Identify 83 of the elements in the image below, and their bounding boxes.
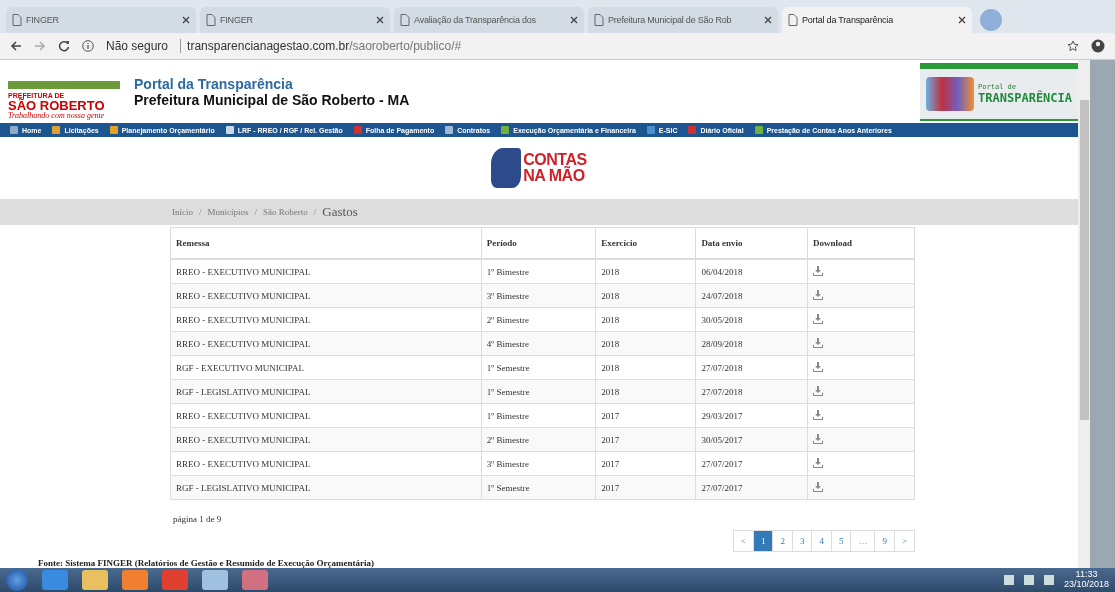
breadcrumb-separator: / bbox=[313, 207, 317, 217]
page-link[interactable]: 2 bbox=[772, 530, 793, 552]
download-icon[interactable] bbox=[813, 337, 824, 348]
document-icon bbox=[12, 14, 22, 26]
close-icon[interactable] bbox=[958, 16, 966, 24]
new-tab-button[interactable] bbox=[980, 9, 1002, 31]
table-cell: 4º Bimestre bbox=[481, 331, 596, 356]
tray-icon[interactable] bbox=[1023, 575, 1034, 585]
browser-tab[interactable]: Portal da Transparência bbox=[782, 7, 972, 33]
breadcrumb-item: Gastos bbox=[322, 204, 358, 220]
download-icon[interactable] bbox=[813, 385, 824, 396]
table-cell: 2018 bbox=[595, 331, 696, 356]
browser-tab[interactable]: Prefeitura Municipal de São Rob bbox=[588, 7, 778, 33]
table-cell: 2º Bimestre bbox=[481, 427, 596, 452]
column-header: Período bbox=[481, 227, 596, 259]
column-header: Data envio bbox=[695, 227, 808, 259]
column-header: Exercício bbox=[595, 227, 696, 259]
column-header: Download bbox=[807, 227, 915, 259]
back-arrow-icon[interactable] bbox=[10, 40, 22, 52]
contas-na-mao-logo: CONTAS NA MÃO bbox=[0, 137, 1078, 199]
table-cell: 2017 bbox=[595, 427, 696, 452]
star-icon[interactable] bbox=[1067, 40, 1079, 52]
breadcrumb-item[interactable]: São Roberto bbox=[263, 207, 308, 217]
download-icon[interactable] bbox=[813, 265, 824, 276]
page-link[interactable]: … bbox=[850, 530, 876, 552]
page-link[interactable]: < bbox=[732, 530, 754, 552]
table-cell: 1º Semestre bbox=[481, 379, 596, 404]
scrollbar-thumb[interactable] bbox=[1079, 100, 1089, 420]
document-icon bbox=[788, 14, 798, 26]
tray-icon[interactable] bbox=[1003, 575, 1014, 585]
download-icon[interactable] bbox=[813, 409, 824, 420]
clock[interactable]: 11:33 23/10/2018 bbox=[1063, 570, 1109, 590]
portal-title: Portal da Transparência bbox=[134, 76, 294, 92]
tray-icon[interactable] bbox=[1043, 575, 1054, 585]
table-cell: RREO - EXECUTIVO MUNICIPAL bbox=[170, 427, 482, 452]
page-link[interactable]: > bbox=[893, 530, 915, 552]
breadcrumb-separator: / bbox=[254, 207, 258, 217]
table-cell: 27/07/2018 bbox=[695, 379, 808, 404]
account-icon[interactable] bbox=[1091, 39, 1105, 53]
browser-tab[interactable]: Avaliação da Transparência dos bbox=[394, 7, 584, 33]
table-cell: 27/07/2017 bbox=[695, 475, 808, 500]
table-cell: 24/07/2018 bbox=[695, 283, 808, 308]
breadcrumb-item[interactable]: Início bbox=[172, 207, 193, 217]
download-icon[interactable] bbox=[813, 313, 824, 324]
table-cell: 1º Semestre bbox=[481, 475, 596, 500]
close-icon[interactable] bbox=[570, 16, 578, 24]
browser-tab[interactable]: FINGER bbox=[6, 7, 196, 33]
download-icon[interactable] bbox=[813, 289, 824, 300]
download-icon[interactable] bbox=[813, 481, 824, 492]
table-cell: 2017 bbox=[595, 475, 696, 500]
table-cell: 28/09/2018 bbox=[695, 331, 808, 356]
url-field[interactable]: transparencianagestao.com.br/saoroberto/publico/# bbox=[180, 39, 1055, 53]
table-cell: RREO - EXECUTIVO MUNICIPAL bbox=[170, 283, 482, 308]
table-cell: 2018 bbox=[595, 379, 696, 404]
table-cell: RGF - LEGISLATIVO MUNICIPAL bbox=[170, 475, 482, 500]
page-link[interactable]: 4 bbox=[811, 530, 832, 552]
reload-icon[interactable] bbox=[58, 40, 70, 52]
close-icon[interactable] bbox=[182, 16, 190, 24]
page-info: página 1 de 9 bbox=[172, 513, 223, 524]
source-note: Fonte: Sistema FINGER (Relatórios de Gestão e Resumido de Execução Orçamentária) bbox=[37, 557, 375, 568]
security-label: Não seguro bbox=[106, 39, 169, 53]
download-icon[interactable] bbox=[813, 433, 824, 444]
close-icon[interactable] bbox=[764, 16, 772, 24]
document-icon bbox=[594, 14, 604, 26]
table-cell: 30/05/2017 bbox=[695, 427, 808, 452]
close-icon[interactable] bbox=[376, 16, 384, 24]
document-icon bbox=[206, 14, 216, 26]
breadcrumb-separator: / bbox=[199, 207, 202, 217]
table-cell: 3º Bimestre bbox=[481, 283, 596, 308]
table-cell: 2018 bbox=[595, 283, 696, 308]
table-cell: RGF - LEGISLATIVO MUNICIPAL bbox=[170, 379, 482, 404]
forward-arrow-icon[interactable] bbox=[34, 40, 46, 52]
breadcrumb-item[interactable]: Municípios bbox=[207, 207, 249, 217]
column-header: Remessa bbox=[170, 227, 482, 259]
download-icon[interactable] bbox=[813, 361, 824, 372]
start-button[interactable] bbox=[6, 569, 28, 591]
document-icon bbox=[400, 14, 410, 26]
city-title: Prefeitura Municipal de São Roberto - MA bbox=[134, 92, 411, 108]
download-icon[interactable] bbox=[813, 457, 824, 468]
browser-tab[interactable]: FINGER bbox=[200, 7, 390, 33]
info-icon[interactable] bbox=[82, 40, 94, 52]
table-cell: RREO - EXECUTIVO MUNICIPAL bbox=[170, 331, 482, 356]
page-link[interactable]: 9 bbox=[874, 530, 895, 552]
